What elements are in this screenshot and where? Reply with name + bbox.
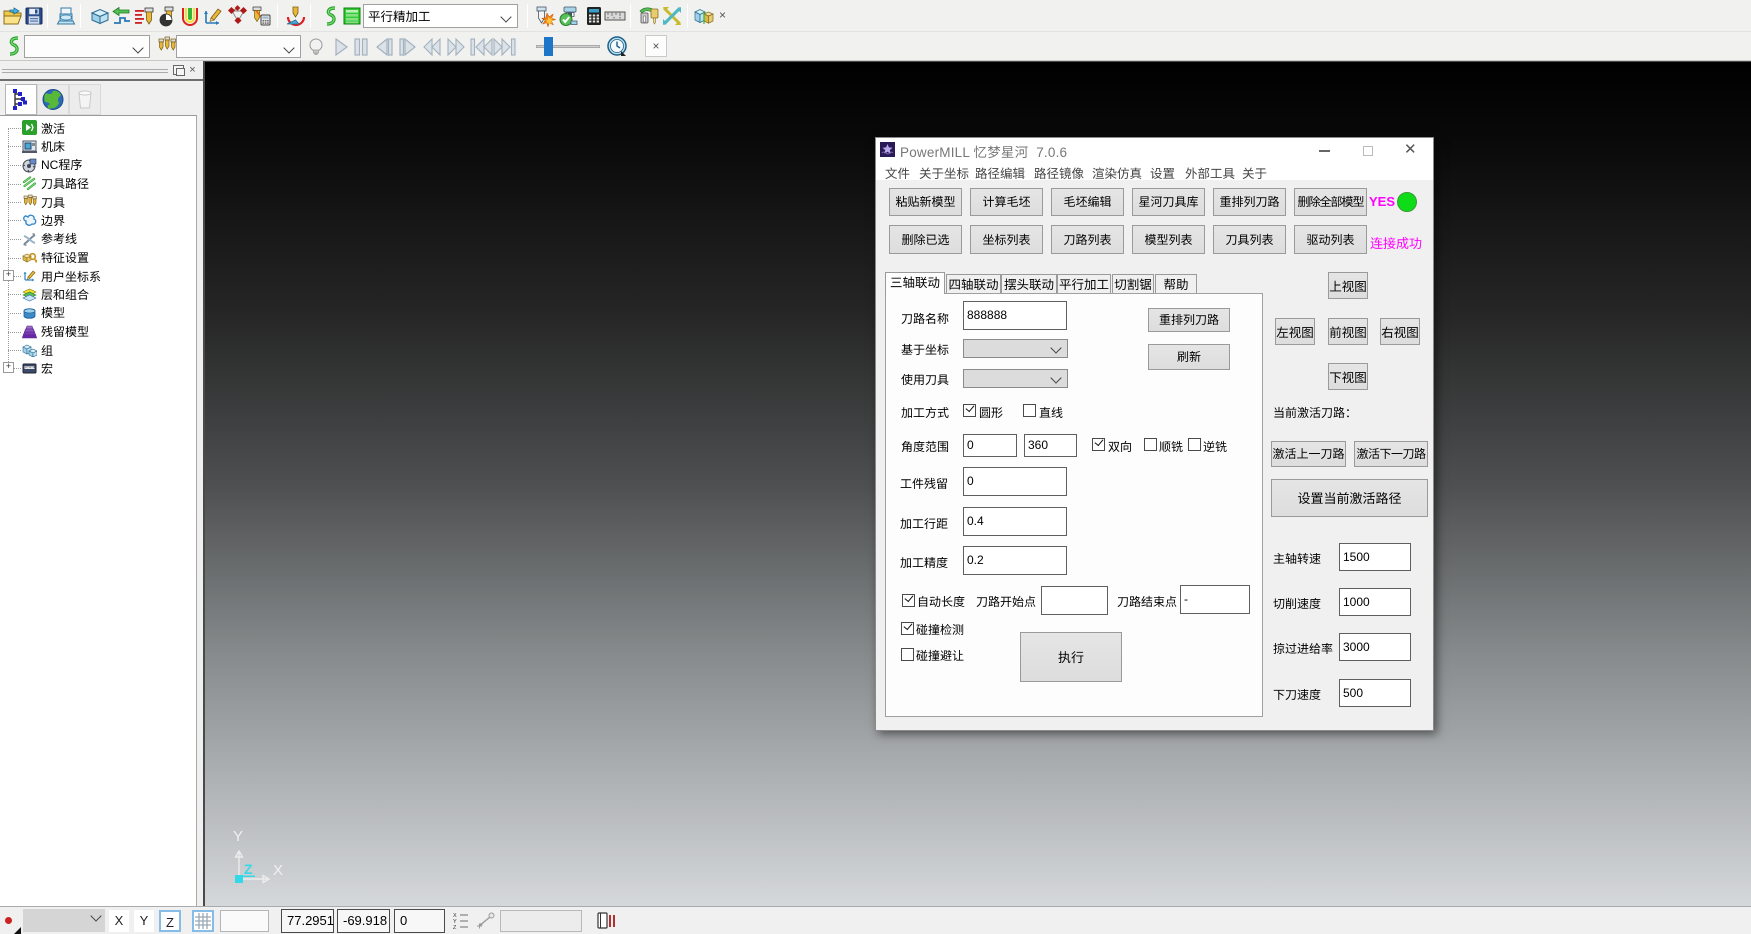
svg-text:Y: Y: [233, 828, 243, 845]
svg-text:Z: Z: [244, 861, 253, 877]
svg-text:Z: Z: [453, 925, 457, 930]
svg-text:X: X: [273, 862, 283, 879]
